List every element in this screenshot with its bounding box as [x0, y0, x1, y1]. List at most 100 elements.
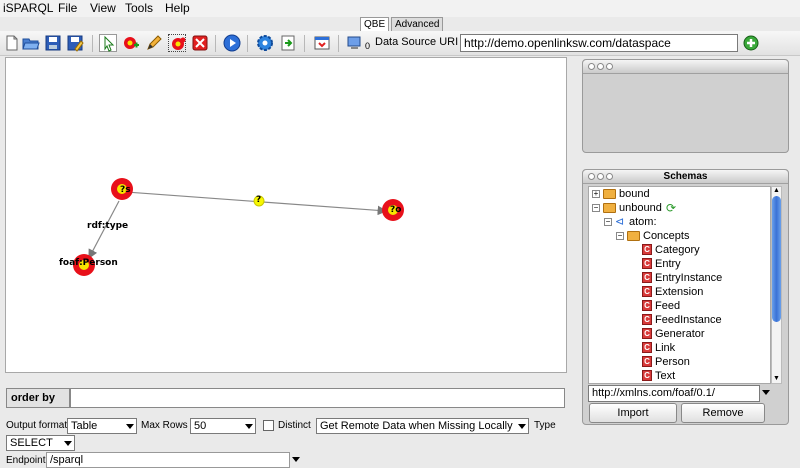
collapse-icon[interactable]: −: [616, 232, 624, 240]
toolbar-separator: [304, 35, 305, 52]
chevron-down-icon: [126, 424, 134, 429]
max-rows-select[interactable]: 50: [190, 418, 256, 434]
menu-bar: iSPARQL File View Tools Help: [0, 0, 800, 17]
expand-icon[interactable]: +: [592, 190, 600, 198]
datasource-uri-input[interactable]: [460, 34, 738, 52]
folder-icon: [627, 231, 640, 241]
window-icon: [314, 36, 330, 50]
datasource-label: Data Source URI: [375, 36, 459, 48]
chevron-down-icon: [518, 424, 526, 429]
window-minimize-icon[interactable]: [597, 63, 604, 70]
class-icon: C: [642, 356, 652, 367]
scroll-down-icon[interactable]: ▼: [773, 375, 780, 382]
schema-uri-input[interactable]: http://xmlns.com/foaf/0.1/: [588, 385, 760, 402]
class-label: Link: [655, 342, 676, 354]
preview-panel-titlebar: [583, 60, 788, 74]
toolbar-separator: [215, 35, 216, 52]
order-by-label: order by: [6, 388, 70, 408]
tree-item-label: Concepts: [643, 230, 690, 242]
predicate-label: rdf:type: [87, 221, 129, 231]
results-window-button[interactable]: [313, 34, 331, 52]
class-label: Entry: [655, 258, 681, 270]
datasource-counter: 0: [365, 41, 371, 51]
tab-advanced[interactable]: Advanced: [391, 17, 444, 31]
class-icon: C: [642, 370, 652, 381]
folder-icon: [603, 203, 616, 213]
object-label: ?o: [390, 205, 402, 215]
group-nodes-button[interactable]: [168, 34, 186, 52]
endpoint-value: /sparql: [50, 454, 84, 466]
query-graph: [73, 178, 404, 276]
edit-button[interactable]: [145, 34, 163, 52]
schemas-title: Schemas: [663, 171, 708, 182]
max-rows-label: Max Rows: [141, 420, 188, 431]
refresh-icon[interactable]: ⟳: [666, 201, 676, 215]
schema-uri-dropdown[interactable]: [760, 385, 772, 402]
collapse-icon[interactable]: −: [604, 218, 612, 226]
distinct-checkbox[interactable]: [263, 420, 274, 431]
schemas-panel-titlebar: Schemas: [583, 170, 788, 184]
window-close-icon[interactable]: [588, 63, 595, 70]
class-label: Extension: [655, 286, 704, 298]
query-type-select[interactable]: SELECT: [6, 435, 75, 451]
remove-button[interactable]: Remove: [681, 403, 765, 423]
class-label: Person: [655, 356, 690, 368]
schema-uri-value: http://xmlns.com/foaf/0.1/: [592, 387, 715, 399]
query-type-value: SELECT: [10, 437, 53, 449]
class-icon: C: [642, 300, 652, 311]
open-button[interactable]: [22, 34, 40, 52]
class-icon: C: [642, 328, 652, 339]
class-icon: C: [642, 314, 652, 325]
add-datasource-button[interactable]: [742, 34, 760, 52]
distinct-label: Distinct: [278, 420, 311, 431]
play-icon: [223, 34, 241, 52]
menu-help[interactable]: Help: [165, 1, 190, 15]
class-icon: C: [642, 272, 652, 283]
datasource-button[interactable]: [346, 34, 364, 52]
menu-tools[interactable]: Tools: [125, 1, 153, 15]
window-maximize-icon[interactable]: [606, 63, 613, 70]
class-icon: C: [642, 244, 652, 255]
toolbar-separator: [92, 35, 93, 52]
menu-view[interactable]: View: [90, 1, 116, 15]
run-query-button[interactable]: [223, 34, 241, 52]
edge-label: ?: [256, 195, 262, 205]
select-tool-button[interactable]: [99, 34, 117, 52]
settings-button[interactable]: [256, 34, 274, 52]
delete-x-icon: [192, 35, 208, 51]
tree-item-label: bound: [619, 188, 650, 200]
remote-data-select[interactable]: Get Remote Data when Missing Locally: [316, 418, 529, 434]
class-icon: C: [642, 342, 652, 353]
max-rows-value: 50: [194, 420, 207, 432]
save-as-button[interactable]: [66, 34, 84, 52]
class-icon: C: [642, 258, 652, 269]
save-as-icon: [67, 35, 84, 52]
save-button[interactable]: [44, 34, 62, 52]
new-document-button[interactable]: [3, 34, 21, 52]
add-node-icon: [124, 37, 139, 49]
class-label: Feed: [655, 300, 681, 312]
class-label: Generator: [655, 328, 705, 340]
output-format-select[interactable]: Table: [67, 418, 137, 434]
tree-item-label: unbound: [619, 202, 662, 214]
tree-item-label: atom:: [629, 216, 657, 228]
collapse-icon[interactable]: −: [592, 204, 600, 212]
class-label: EntryInstance: [655, 272, 723, 284]
load-button[interactable]: [279, 34, 297, 52]
add-node-button[interactable]: [122, 34, 140, 52]
class-label: Text: [655, 370, 676, 382]
folder-open-icon: [22, 38, 40, 50]
menu-file[interactable]: File: [58, 1, 77, 15]
folder-icon: [603, 189, 616, 199]
tab-qbe[interactable]: QBE: [360, 17, 390, 31]
scroll-up-icon[interactable]: ▲: [773, 187, 780, 194]
query-canvas[interactable]: ?s ?o ? rdf:type foaf:Person: [5, 57, 567, 373]
chevron-down-icon: [762, 390, 770, 395]
output-format-value: Table: [71, 420, 98, 432]
subject-label: ?s: [120, 185, 131, 195]
order-by-field[interactable]: [70, 388, 565, 408]
type-label: Type: [534, 420, 556, 431]
delete-button[interactable]: [191, 34, 209, 52]
tree-scrollbar-thumb[interactable]: [772, 196, 781, 322]
import-button[interactable]: Import: [589, 403, 677, 423]
